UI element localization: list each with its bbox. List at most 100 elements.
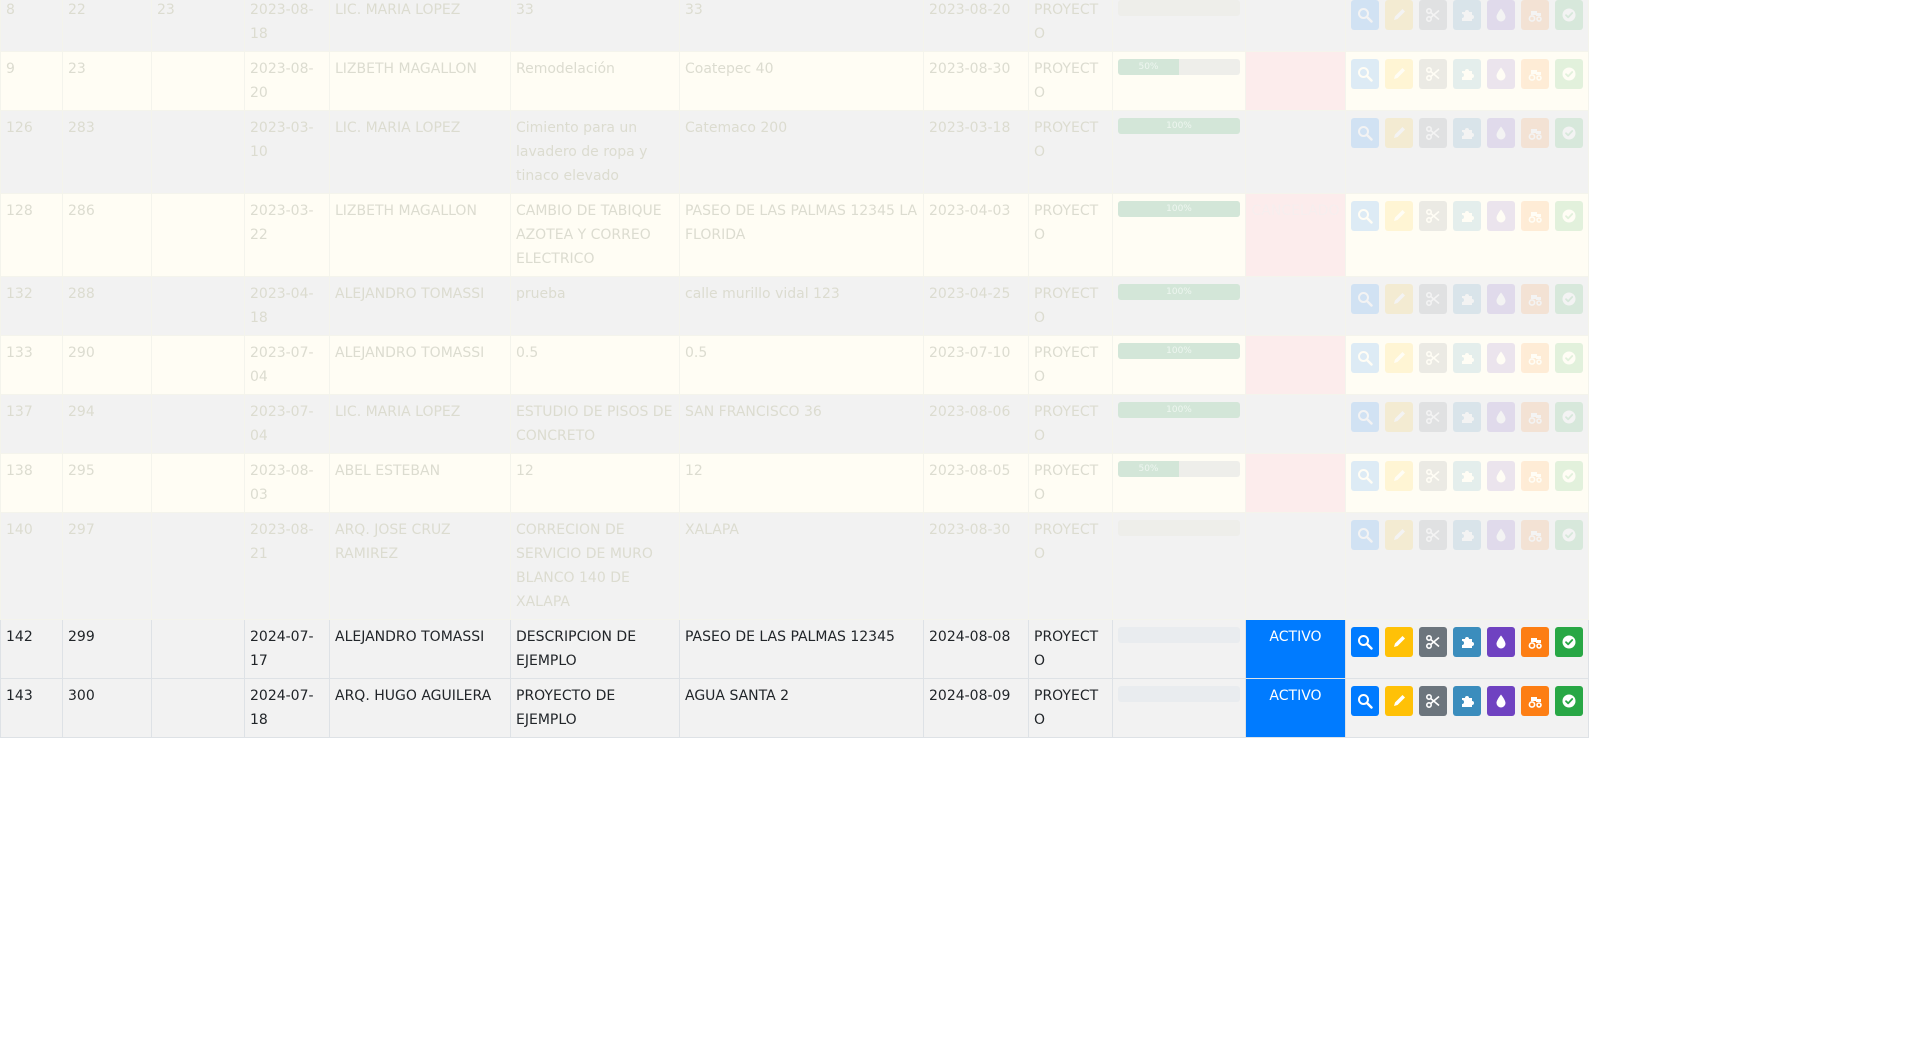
edit-button[interactable] [1385, 201, 1413, 231]
machinery-button[interactable] [1521, 284, 1549, 314]
view-button[interactable] [1351, 284, 1379, 314]
machinery-button[interactable] [1521, 402, 1549, 432]
view-button[interactable] [1351, 343, 1379, 373]
machinery-button[interactable] [1521, 343, 1549, 373]
approve-button[interactable] [1555, 402, 1583, 432]
table-row[interactable]: 142 299 2024-07-17 ALEJANDRO TOMASSI DESCRIP… [0, 619, 1589, 679]
approve-button[interactable] [1555, 520, 1583, 550]
view-button[interactable] [1351, 118, 1379, 148]
progress-bar [1118, 520, 1240, 536]
table-row[interactable]: 137 294 2023-07-04 LIC. MARIA LOPEZ ESTUDIO … [0, 394, 1589, 454]
edit-button[interactable] [1385, 59, 1413, 89]
edit-button[interactable] [1385, 284, 1413, 314]
approve-button[interactable] [1555, 284, 1583, 314]
edit-button[interactable] [1385, 520, 1413, 550]
progress-bar [1118, 0, 1240, 16]
cut-button[interactable] [1419, 686, 1447, 716]
view-button[interactable] [1351, 627, 1379, 657]
cut-button[interactable] [1419, 0, 1447, 30]
approve-button[interactable] [1555, 343, 1583, 373]
edit-button[interactable] [1385, 461, 1413, 491]
view-button[interactable] [1351, 686, 1379, 716]
cut-button[interactable] [1419, 118, 1447, 148]
table-row[interactable]: 8 22 23 2023-08-18 LIC. MARIA LOPEZ 33 33 2023-… [0, 0, 1589, 52]
cut-button[interactable] [1419, 520, 1447, 550]
components-button[interactable] [1453, 461, 1481, 491]
folio-cell: 286 [62, 193, 152, 277]
components-button[interactable] [1453, 686, 1481, 716]
components-button[interactable] [1453, 343, 1481, 373]
water-button[interactable] [1487, 520, 1515, 550]
machinery-button[interactable] [1521, 0, 1549, 30]
cut-button[interactable] [1419, 284, 1447, 314]
approve-button[interactable] [1555, 627, 1583, 657]
cut-button[interactable] [1419, 59, 1447, 89]
drop-icon [1493, 125, 1509, 141]
water-button[interactable] [1487, 686, 1515, 716]
client-cell: LIC. MARIA LOPEZ [329, 0, 511, 52]
ref-cell [151, 453, 245, 513]
components-button[interactable] [1453, 402, 1481, 432]
view-button[interactable] [1351, 461, 1379, 491]
cut-button[interactable] [1419, 461, 1447, 491]
approve-button[interactable] [1555, 201, 1583, 231]
progress-fill: 100% [1118, 402, 1240, 418]
approve-button[interactable] [1555, 461, 1583, 491]
components-button[interactable] [1453, 201, 1481, 231]
table-row[interactable]: 128 286 2023-03-22 LIZBETH MAGALLON CAMBIO D… [0, 193, 1589, 277]
water-button[interactable] [1487, 402, 1515, 432]
edit-button[interactable] [1385, 343, 1413, 373]
cut-button[interactable] [1419, 201, 1447, 231]
machinery-button[interactable] [1521, 461, 1549, 491]
water-button[interactable] [1487, 343, 1515, 373]
table-row[interactable]: 143 300 2024-07-18 ARQ. HUGO AGUILERA PROYEC… [0, 678, 1589, 738]
components-button[interactable] [1453, 520, 1481, 550]
water-button[interactable] [1487, 627, 1515, 657]
table-row[interactable]: 138 295 2023-08-03 ABEL ESTEBAN 12 12 2023-08-… [0, 453, 1589, 513]
approve-button[interactable] [1555, 118, 1583, 148]
cut-button[interactable] [1419, 402, 1447, 432]
water-button[interactable] [1487, 118, 1515, 148]
machinery-button[interactable] [1521, 520, 1549, 550]
approve-button[interactable] [1555, 0, 1583, 30]
edit-button[interactable] [1385, 402, 1413, 432]
description-cell: 12 [510, 453, 680, 513]
components-button[interactable] [1453, 627, 1481, 657]
water-button[interactable] [1487, 461, 1515, 491]
view-button[interactable] [1351, 0, 1379, 30]
machinery-button[interactable] [1521, 686, 1549, 716]
components-button[interactable] [1453, 59, 1481, 89]
scissors-icon [1425, 66, 1441, 82]
cut-button[interactable] [1419, 343, 1447, 373]
machinery-button[interactable] [1521, 201, 1549, 231]
actions-cell [1345, 678, 1589, 738]
water-button[interactable] [1487, 284, 1515, 314]
water-button[interactable] [1487, 0, 1515, 30]
view-button[interactable] [1351, 201, 1379, 231]
approve-button[interactable] [1555, 59, 1583, 89]
table-row[interactable]: 140 297 2023-08-21 ARQ. JOSE CRUZ RAMIREZ CO… [0, 512, 1589, 620]
components-button[interactable] [1453, 118, 1481, 148]
cut-button[interactable] [1419, 627, 1447, 657]
machinery-button[interactable] [1521, 627, 1549, 657]
table-row[interactable]: 132 288 2023-04-18 ALEJANDRO TOMASSI prueba c… [0, 276, 1589, 336]
table-row[interactable]: 126 283 2023-03-10 LIC. MARIA LOPEZ Cimiento… [0, 110, 1589, 194]
edit-button[interactable] [1385, 118, 1413, 148]
components-button[interactable] [1453, 0, 1481, 30]
actions-cell [1345, 0, 1589, 52]
edit-button[interactable] [1385, 686, 1413, 716]
tractor-icon [1527, 350, 1543, 366]
water-button[interactable] [1487, 201, 1515, 231]
machinery-button[interactable] [1521, 118, 1549, 148]
view-button[interactable] [1351, 520, 1379, 550]
machinery-button[interactable] [1521, 59, 1549, 89]
table-row[interactable]: 9 23 2023-08-20 LIZBETH MAGALLON Remodelació… [0, 51, 1589, 111]
edit-button[interactable] [1385, 0, 1413, 30]
view-button[interactable] [1351, 59, 1379, 89]
approve-button[interactable] [1555, 686, 1583, 716]
water-button[interactable] [1487, 59, 1515, 89]
table-row[interactable]: 133 290 2023-07-04 ALEJANDRO TOMASSI 0.5 0.5 2… [0, 335, 1589, 395]
components-button[interactable] [1453, 284, 1481, 314]
edit-button[interactable] [1385, 627, 1413, 657]
view-button[interactable] [1351, 402, 1379, 432]
